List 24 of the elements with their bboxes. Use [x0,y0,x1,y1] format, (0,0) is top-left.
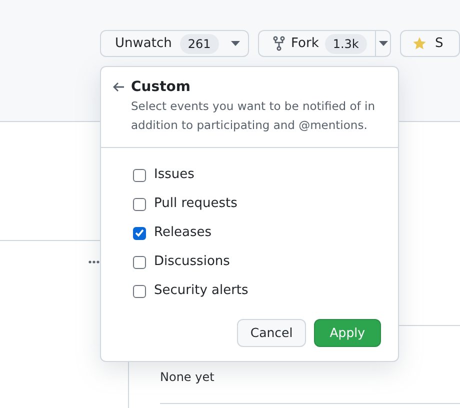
checkbox[interactable] [133,198,146,210]
popover-description: Select events you want to be notified of in addition to participating and @mentions. [131,98,376,134]
checkbox[interactable] [133,284,146,298]
event-label: Discussions [154,253,230,272]
unwatch-button[interactable]: Unwatch 261 [100,30,249,57]
caret-icon [378,41,388,46]
event-label: Pull requests [154,195,238,214]
event-label: Releases [154,224,212,242]
checkbox[interactable] [133,168,146,182]
cancel-button[interactable]: Cancel [237,319,306,347]
event-label: Issues [154,166,194,184]
caret-icon [230,41,240,46]
checkbox[interactable] [133,256,146,268]
count-badge: 261 [180,34,219,54]
star-button[interactable]: S [400,30,460,57]
empty-text: None yet [160,369,214,386]
event-label: Security alerts [154,282,248,300]
star-icon [412,36,427,51]
fork-icon [273,36,285,51]
count-badge: 1.3k [324,34,367,54]
more-icon[interactable] [88,260,100,264]
back-arrow-icon[interactable] [113,82,125,92]
checkbox[interactable] [133,226,146,240]
popover-title: Custom [131,78,190,97]
